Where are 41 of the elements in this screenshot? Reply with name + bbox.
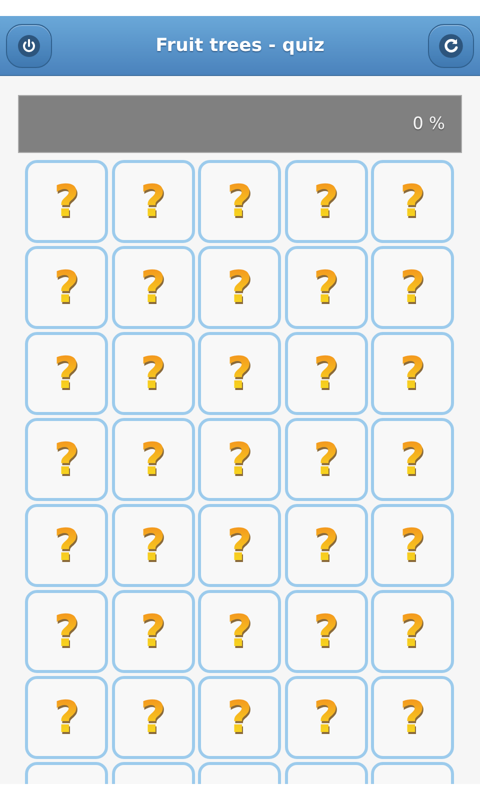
quiz-card[interactable]: ? <box>25 676 108 759</box>
quiz-card[interactable]: ? <box>371 590 454 673</box>
quiz-card[interactable]: ? <box>25 160 108 243</box>
quiz-card[interactable]: ? <box>198 160 281 243</box>
quiz-card[interactable]: ? <box>284 246 368 329</box>
quiz-card[interactable]: ? <box>25 246 108 329</box>
power-button[interactable] <box>6 24 52 68</box>
quiz-card[interactable]: ? <box>112 246 194 329</box>
quiz-card[interactable]: ? <box>198 332 281 415</box>
quiz-card[interactable]: ? <box>371 332 454 415</box>
app-title: Fruit trees - quiz <box>156 35 324 56</box>
quiz-card[interactable]: ? <box>284 332 368 415</box>
quiz-card[interactable]: ? <box>112 332 194 415</box>
quiz-card[interactable]: ? <box>112 160 194 243</box>
power-icon <box>17 34 41 58</box>
quiz-card[interactable]: ? <box>284 160 368 243</box>
quiz-card[interactable]: ? <box>371 246 454 329</box>
quiz-card[interactable]: ? <box>284 418 368 501</box>
quiz-card[interactable]: ? <box>112 590 194 673</box>
quiz-card[interactable]: ? <box>112 676 194 759</box>
quiz-card[interactable]: ? <box>198 676 281 759</box>
quiz-card[interactable]: ? <box>284 590 368 673</box>
quiz-card[interactable]: ? <box>25 418 108 501</box>
refresh-icon <box>438 32 464 58</box>
progress-reading: 0 % <box>412 114 445 134</box>
quiz-card[interactable]: ? <box>371 418 454 501</box>
quiz-card[interactable]: ? <box>284 676 368 759</box>
quiz-card[interactable]: ? <box>198 590 281 673</box>
quiz-card[interactable]: ? <box>112 504 194 587</box>
quiz-card[interactable]: ? <box>371 160 454 243</box>
quiz-card[interactable]: ? <box>198 504 281 587</box>
quiz-card[interactable]: ? <box>25 332 108 415</box>
quiz-card[interactable]: ? <box>198 418 281 501</box>
quiz-card[interactable]: ? <box>112 418 194 501</box>
quiz-card[interactable]: ? <box>371 504 454 587</box>
quiz-card[interactable]: ? <box>25 504 108 587</box>
refresh-button[interactable] <box>428 24 474 68</box>
quiz-card[interactable]: ? <box>371 676 454 759</box>
quiz-card[interactable]: ? <box>284 504 368 587</box>
quiz-card[interactable]: ? <box>198 246 281 329</box>
quiz-card[interactable]: ? <box>25 590 108 673</box>
